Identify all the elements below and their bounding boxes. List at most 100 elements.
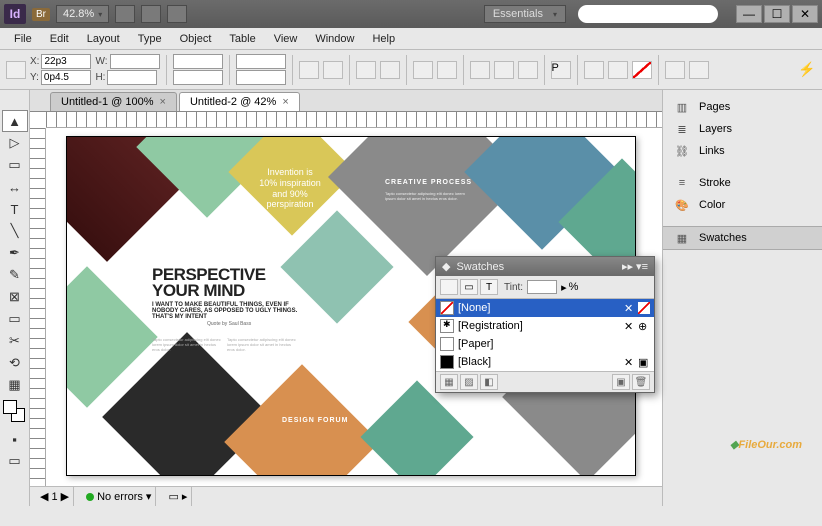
- fill-stroke-swatch[interactable]: [3, 400, 27, 424]
- rectangle-frame-tool[interactable]: ⊠: [2, 286, 28, 308]
- text-wrap-icon[interactable]: P: [551, 61, 571, 79]
- close-button[interactable]: ✕: [792, 5, 818, 23]
- swatch-name: [Black]: [458, 356, 491, 368]
- lock-icon: ✕: [624, 320, 636, 332]
- zoom-dropdown[interactable]: 42.8%: [56, 5, 109, 23]
- status-ok-icon: [86, 493, 94, 501]
- h-input[interactable]: [107, 70, 157, 85]
- close-icon[interactable]: ×: [160, 96, 166, 108]
- fit-content-icon[interactable]: [470, 61, 490, 79]
- panel-pages[interactable]: ▥Pages: [663, 96, 822, 118]
- close-icon[interactable]: ×: [282, 96, 288, 108]
- line-tool[interactable]: ╲: [2, 220, 28, 242]
- search-input[interactable]: [578, 5, 718, 23]
- preflight-status[interactable]: No errors ▾: [82, 487, 156, 506]
- fill-none-icon[interactable]: [632, 61, 652, 79]
- menu-type[interactable]: Type: [130, 31, 170, 47]
- fill-swatch-icon[interactable]: [440, 279, 458, 295]
- align-icon[interactable]: [665, 61, 685, 79]
- direct-selection-tool[interactable]: ▷: [2, 132, 28, 154]
- pen-tool[interactable]: ✒: [2, 242, 28, 264]
- tint-input[interactable]: [527, 280, 557, 294]
- panel-stroke[interactable]: ≡Stroke: [663, 172, 822, 194]
- menu-layout[interactable]: Layout: [79, 31, 128, 47]
- object-format-icon[interactable]: ▭: [460, 279, 478, 295]
- menu-table[interactable]: Table: [221, 31, 263, 47]
- screen-mode-icon[interactable]: [141, 5, 161, 23]
- invention-text: Invention is 10% inspiration and 90% per…: [245, 167, 335, 210]
- rectangle-tool[interactable]: ▭: [2, 308, 28, 330]
- menu-view[interactable]: View: [266, 31, 306, 47]
- type-tool[interactable]: T: [2, 198, 28, 220]
- pencil-tool[interactable]: ✎: [2, 264, 28, 286]
- swatches-header[interactable]: ◆ Swatches ▸▸ ▾≡: [436, 257, 654, 276]
- panel-swatches[interactable]: ▦Swatches: [663, 226, 822, 250]
- minimize-button[interactable]: —: [736, 5, 762, 23]
- new-swatch-icon[interactable]: ▣: [612, 374, 630, 390]
- menu-window[interactable]: Window: [307, 31, 362, 47]
- creative-process-body: Tapto consectetur adipiscing elit donec …: [385, 191, 467, 201]
- swatch-row[interactable]: [Black] ✕▣: [436, 353, 654, 371]
- open-drawer[interactable]: ▭ ▸: [164, 487, 192, 506]
- reference-point-icon[interactable]: [6, 61, 26, 79]
- center-content-icon[interactable]: [518, 61, 538, 79]
- panel-color[interactable]: 🎨Color: [663, 194, 822, 216]
- menu-file[interactable]: File: [6, 31, 40, 47]
- panel-layers[interactable]: ≣Layers: [663, 118, 822, 140]
- show-color-swatches-icon[interactable]: ▨: [460, 374, 478, 390]
- menu-object[interactable]: Object: [172, 31, 220, 47]
- swatch-name: [Paper]: [458, 338, 493, 350]
- view-mode-icon[interactable]: ▭: [2, 450, 28, 472]
- stroke-weight-icon[interactable]: [413, 61, 433, 79]
- collapse-icon[interactable]: ▸▸ ▾≡: [622, 260, 648, 273]
- select-container-icon[interactable]: [356, 61, 376, 79]
- delete-swatch-icon[interactable]: 🗑: [632, 374, 650, 390]
- arrange-icon[interactable]: [167, 5, 187, 23]
- select-content-icon[interactable]: [380, 61, 400, 79]
- page-nav[interactable]: ◀ 1 ▶: [36, 487, 74, 506]
- stroke-style-icon[interactable]: [437, 61, 457, 79]
- menu-help[interactable]: Help: [364, 31, 403, 47]
- rotate-input[interactable]: [236, 54, 286, 69]
- flip-v-icon[interactable]: [323, 61, 343, 79]
- horizontal-ruler[interactable]: [46, 112, 662, 128]
- scale-y-input[interactable]: [173, 70, 223, 85]
- panel-links[interactable]: ⛓Links: [663, 140, 822, 162]
- show-all-swatches-icon[interactable]: ▦: [440, 374, 458, 390]
- free-transform-tool[interactable]: ⟲: [2, 352, 28, 374]
- swatches-panel[interactable]: ◆ Swatches ▸▸ ▾≡ ▭ T Tint: ▸ % [None] ✕ …: [435, 256, 655, 393]
- gap-tool[interactable]: ↔: [2, 176, 28, 198]
- selection-tool[interactable]: ▲: [2, 110, 28, 132]
- corner-options-icon[interactable]: [584, 61, 604, 79]
- show-gradient-swatches-icon[interactable]: ◧: [480, 374, 498, 390]
- scale-x-input[interactable]: [173, 54, 223, 69]
- swatch-row[interactable]: [None] ✕: [436, 299, 654, 317]
- effects-icon[interactable]: [608, 61, 628, 79]
- document-tab[interactable]: Untitled-1 @ 100%×: [50, 92, 177, 111]
- document-tab[interactable]: Untitled-2 @ 42%×: [179, 92, 300, 111]
- w-input[interactable]: [110, 54, 160, 69]
- apply-color-icon[interactable]: ▪: [2, 428, 28, 450]
- gradient-tool[interactable]: ▦: [2, 374, 28, 396]
- swatch-row[interactable]: [Registration] ✕⊕: [436, 317, 654, 335]
- vertical-ruler[interactable]: [30, 128, 46, 486]
- x-input[interactable]: [41, 54, 91, 69]
- scissors-tool[interactable]: ✂: [2, 330, 28, 352]
- quick-apply-icon[interactable]: ⚡: [798, 61, 816, 78]
- tint-slider-icon[interactable]: ▸: [561, 281, 567, 294]
- workspace-switcher[interactable]: Essentials: [484, 5, 566, 23]
- lock-icon: ✕: [624, 302, 636, 314]
- bridge-badge[interactable]: Br: [32, 8, 50, 21]
- flip-h-icon[interactable]: [299, 61, 319, 79]
- text-format-icon[interactable]: T: [480, 279, 498, 295]
- menu-edit[interactable]: Edit: [42, 31, 77, 47]
- shear-input[interactable]: [236, 70, 286, 85]
- y-input[interactable]: [41, 70, 91, 85]
- page-tool[interactable]: ▭: [2, 154, 28, 176]
- distribute-icon[interactable]: [689, 61, 709, 79]
- swatch-row[interactable]: [Paper]: [436, 335, 654, 353]
- maximize-button[interactable]: ☐: [764, 5, 790, 23]
- view-options-icon[interactable]: [115, 5, 135, 23]
- fit-frame-icon[interactable]: [494, 61, 514, 79]
- options-icon[interactable]: ◆: [442, 260, 450, 273]
